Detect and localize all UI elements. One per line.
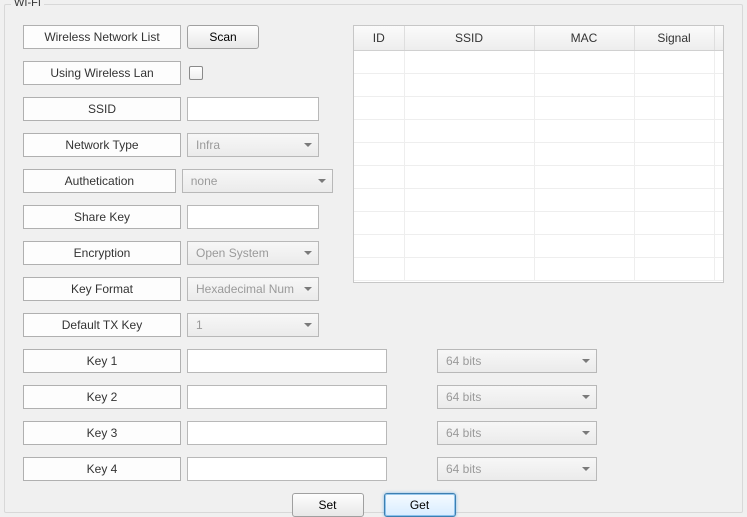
set-button[interactable]: Set: [292, 493, 364, 517]
table-body: [354, 50, 724, 280]
group-title: WI-FI: [11, 0, 44, 9]
network-type-value: Infra: [196, 138, 220, 152]
label-using-wireless-lan: Using Wireless Lan: [23, 61, 181, 85]
table-row[interactable]: [354, 96, 724, 119]
table-row[interactable]: [354, 119, 724, 142]
share-key-input[interactable]: [187, 205, 319, 229]
wifi-group: WI-FI Wireless Network List Scan Using W…: [4, 4, 743, 513]
label-encryption: Encryption: [23, 241, 181, 265]
col-extra: [714, 26, 724, 50]
label-key2: Key 2: [23, 385, 181, 409]
label-key3: Key 3: [23, 421, 181, 445]
ssid-input[interactable]: [187, 97, 319, 121]
default-tx-key-select[interactable]: 1: [187, 313, 319, 337]
table-row[interactable]: [354, 211, 724, 234]
form-area: Wireless Network List Scan Using Wireles…: [23, 25, 724, 349]
left-column: Wireless Network List Scan Using Wireles…: [23, 25, 333, 349]
label-key4: Key 4: [23, 457, 181, 481]
key1-input[interactable]: [187, 349, 387, 373]
key4-input[interactable]: [187, 457, 387, 481]
label-default-tx-key: Default TX Key: [23, 313, 181, 337]
col-signal[interactable]: Signal: [634, 26, 714, 50]
table-row[interactable]: [354, 257, 724, 280]
label-share-key: Share Key: [23, 205, 181, 229]
key3-input[interactable]: [187, 421, 387, 445]
action-buttons: Set Get: [23, 493, 724, 517]
chevron-down-icon: [318, 179, 326, 183]
table-row[interactable]: [354, 142, 724, 165]
label-key1: Key 1: [23, 349, 181, 373]
keys-area: Key 1 64 bits Key 2 64 bits Key 3 64 bit…: [23, 349, 724, 481]
table-row[interactable]: [354, 73, 724, 96]
key4-bits-select[interactable]: 64 bits: [437, 457, 597, 481]
chevron-down-icon: [582, 395, 590, 399]
label-ssid: SSID: [23, 97, 181, 121]
key2-bits-select[interactable]: 64 bits: [437, 385, 597, 409]
chevron-down-icon: [582, 431, 590, 435]
scan-button[interactable]: Scan: [187, 25, 259, 49]
table-row[interactable]: [354, 188, 724, 211]
key1-bits-select[interactable]: 64 bits: [437, 349, 597, 373]
encryption-value: Open System: [196, 246, 269, 260]
key2-input[interactable]: [187, 385, 387, 409]
authentication-select[interactable]: none: [182, 169, 333, 193]
key3-bits-select[interactable]: 64 bits: [437, 421, 597, 445]
chevron-down-icon: [304, 287, 312, 291]
key1-bits-value: 64 bits: [446, 354, 481, 368]
col-id[interactable]: ID: [354, 26, 404, 50]
col-mac[interactable]: MAC: [534, 26, 634, 50]
label-authentication: Authetication: [23, 169, 176, 193]
table-header-row: ID SSID MAC Signal: [354, 26, 724, 50]
key-format-value: Hexadecimal Num: [196, 282, 294, 296]
network-type-select[interactable]: Infra: [187, 133, 319, 157]
wifi-scan-table[interactable]: ID SSID MAC Signal: [353, 25, 724, 283]
get-button[interactable]: Get: [384, 493, 456, 517]
label-network-type: Network Type: [23, 133, 181, 157]
chevron-down-icon: [304, 323, 312, 327]
col-ssid[interactable]: SSID: [404, 26, 534, 50]
key3-bits-value: 64 bits: [446, 426, 481, 440]
key-format-select[interactable]: Hexadecimal Num: [187, 277, 319, 301]
label-key-format: Key Format: [23, 277, 181, 301]
key4-bits-value: 64 bits: [446, 462, 481, 476]
chevron-down-icon: [304, 251, 312, 255]
default-tx-key-value: 1: [196, 318, 203, 332]
chevron-down-icon: [582, 359, 590, 363]
chevron-down-icon: [582, 467, 590, 471]
table-row[interactable]: [354, 234, 724, 257]
label-wireless-network-list: Wireless Network List: [23, 25, 181, 49]
key2-bits-value: 64 bits: [446, 390, 481, 404]
table-row[interactable]: [354, 165, 724, 188]
using-wireless-lan-checkbox[interactable]: [189, 66, 203, 80]
encryption-select[interactable]: Open System: [187, 241, 319, 265]
chevron-down-icon: [304, 143, 312, 147]
authentication-value: none: [191, 174, 218, 188]
table-row[interactable]: [354, 50, 724, 73]
